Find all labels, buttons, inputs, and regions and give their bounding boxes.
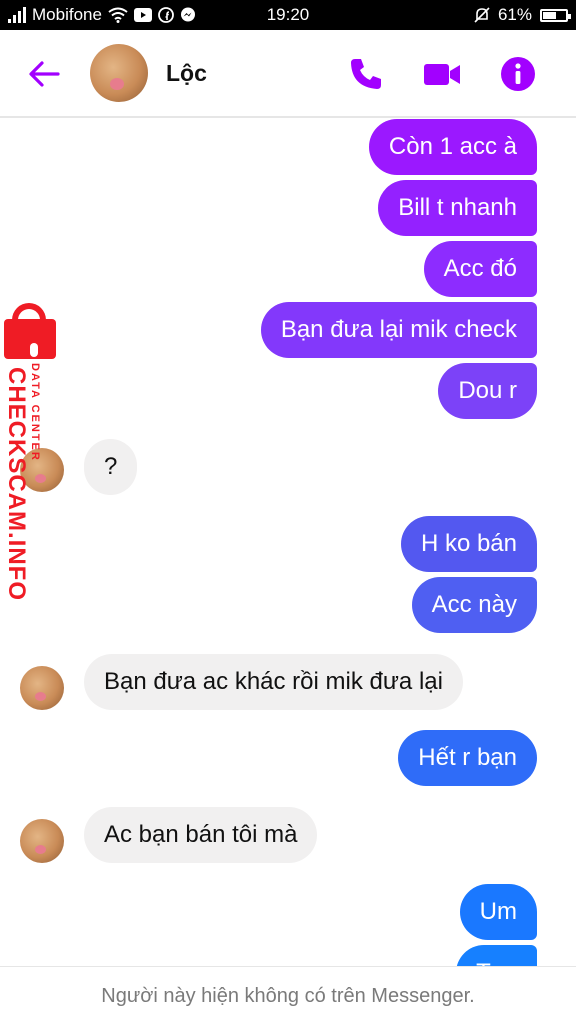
battery-percent: 61% — [497, 5, 532, 24]
chat-header: Lộc — [0, 30, 576, 118]
sender-avatar — [20, 819, 64, 863]
sender-avatar — [20, 448, 64, 492]
contact-avatar[interactable] — [90, 44, 148, 102]
sent-message[interactable]: Um — [459, 884, 537, 940]
sent-message[interactable]: T ... — [456, 945, 537, 966]
sent-message[interactable]: Acc này — [411, 577, 537, 633]
mute-icon — [474, 7, 490, 23]
status-bar: Mobifone 19:20 61% — [0, 0, 576, 30]
sent-message[interactable]: Còn 1 acc à — [368, 119, 537, 175]
battery-icon — [540, 8, 571, 22]
sender-avatar — [20, 666, 64, 710]
received-message[interactable]: Ac bạn bán tôi mà — [84, 807, 318, 863]
phone-icon[interactable] — [346, 54, 386, 94]
video-camera-icon[interactable] — [422, 54, 462, 94]
sent-message[interactable]: H ko bán — [400, 516, 537, 572]
sent-message[interactable]: Hết r bạn — [398, 730, 537, 786]
sent-message[interactable]: Dou r — [438, 363, 537, 419]
sent-message[interactable]: Bạn đưa lại mik check — [260, 302, 537, 358]
sent-message[interactable]: Bill t nhanh — [378, 180, 537, 236]
message-list[interactable]: Còn 1 acc à Bill t nhanh Acc đó Bạn đưa … — [0, 118, 576, 966]
received-message[interactable]: Bạn đưa ac khác rồi mik đưa lại — [84, 654, 463, 710]
back-arrow-icon[interactable] — [26, 56, 62, 92]
sent-message[interactable]: Acc đó — [423, 241, 537, 297]
received-message[interactable]: ? — [84, 439, 138, 495]
contact-name[interactable]: Lộc — [166, 60, 207, 87]
unavailable-notice: Người này hiện không có trên Messenger. — [0, 966, 576, 1024]
info-icon[interactable] — [498, 54, 538, 94]
